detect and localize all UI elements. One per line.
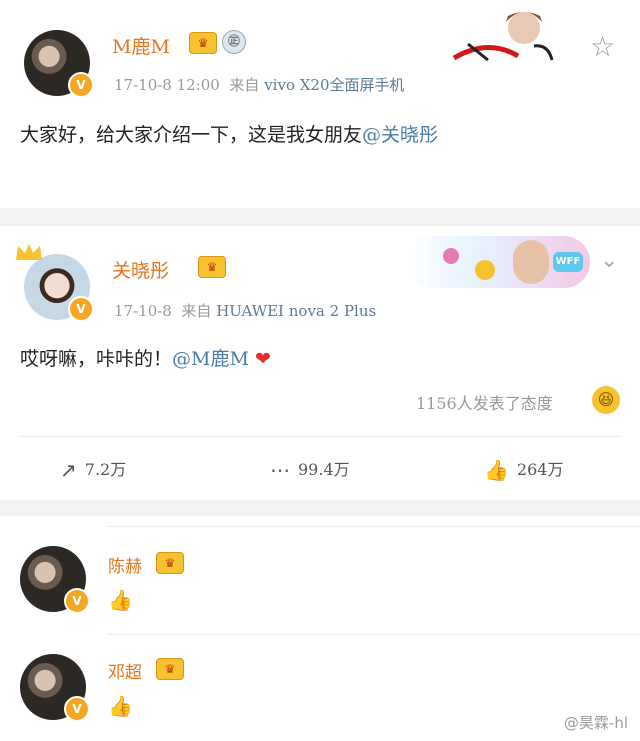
post-time: 17-10-8: [114, 302, 172, 320]
comment-username[interactable]: 陈赫: [108, 552, 142, 577]
divider: [108, 634, 640, 635]
divider: [20, 436, 620, 437]
post-meta: 17-10-8 来自 HUAWEI nova 2 Plus: [114, 300, 376, 321]
like-count: 264万: [516, 460, 564, 479]
comment-username[interactable]: 邓超: [108, 658, 142, 683]
favorite-star-icon[interactable]: ☆: [590, 30, 615, 63]
sticker-face: [508, 12, 540, 44]
comment-button[interactable]: ⋯ 99.4万: [270, 456, 350, 482]
post-time: 17-10-8 12:00: [114, 76, 220, 94]
watermark: @昊霖-hl: [563, 714, 628, 732]
emoji-glyph: 😆: [597, 390, 615, 409]
comment-list: V 陈赫 ♛ 👍 V 邓超 ♛ 👍 @昊霖-hl: [0, 516, 640, 741]
banner-badge: WFF: [553, 252, 583, 272]
repost-icon: ↗: [60, 458, 77, 482]
verified-badge: V: [68, 72, 94, 98]
thumbs-up-emoji-icon: 👍: [108, 694, 133, 718]
post-meta: 17-10-8 12:00 来自 vivo X20全面屏手机: [114, 74, 405, 95]
divider: [108, 526, 640, 527]
post-card-2: V 关晓彤 ♛ 17-10-8 来自 HUAWEI nova 2 Plus WF…: [0, 226, 640, 500]
post-card-1: V M鹿M ♛ ㊣ 17-10-8 12:00 来自 vivo X20全面屏手机…: [0, 0, 640, 208]
medal-icon: ㊣: [222, 30, 246, 54]
username[interactable]: M鹿M: [112, 32, 170, 59]
comment-count: 99.4万: [298, 460, 350, 479]
post-body: 哎呀嘛，咔咔的！: [20, 348, 173, 370]
verified-badge: V: [68, 296, 94, 322]
source-prefix: 来自: [229, 76, 260, 94]
repost-button[interactable]: ↗ 7.2万: [60, 456, 126, 482]
comment-icon: ⋯: [270, 458, 290, 482]
sticker-image: [452, 12, 554, 62]
device-link[interactable]: vivo X20全面屏手机: [264, 76, 404, 94]
vip-crown-icon: ♛: [156, 658, 184, 680]
mention-link[interactable]: @M鹿M: [172, 348, 249, 370]
post-text: 大家好，给大家介绍一下，这是我女朋友@关晓彤: [20, 120, 438, 147]
verified-badge: V: [64, 696, 90, 722]
crown-icon: [16, 244, 42, 260]
thumbs-up-emoji-icon: 👍: [108, 588, 133, 612]
mention-link[interactable]: @关晓彤: [362, 124, 438, 146]
vip-crown-icon: ♛: [189, 32, 217, 54]
verified-badge: V: [64, 588, 90, 614]
sticker-stroke: [452, 45, 520, 61]
banner-girl: [513, 240, 549, 284]
thumbs-up-icon: 👍: [484, 458, 509, 482]
post-text: 哎呀嘛，咔咔的！@M鹿M ❤: [20, 344, 271, 371]
banner-star-icon: [475, 260, 495, 280]
chevron-down-icon[interactable]: ⌄: [600, 248, 618, 273]
device-link[interactable]: HUAWEI nova 2 Plus: [216, 302, 376, 320]
like-button[interactable]: 👍 264万: [484, 456, 563, 482]
vip-crown-icon: ♛: [156, 552, 184, 574]
banner-planet-icon: [443, 248, 459, 264]
laugh-emoji-icon[interactable]: 😆: [592, 386, 620, 414]
source-prefix: 来自: [181, 302, 212, 320]
post-body: 大家好，给大家介绍一下，这是我女朋友: [20, 124, 363, 146]
reaction-count[interactable]: 1156人发表了态度: [416, 390, 553, 414]
vip-crown-icon: ♛: [198, 256, 226, 278]
card-banner[interactable]: WFF: [405, 236, 590, 288]
repost-count: 7.2万: [84, 460, 127, 479]
heart-icon: ❤: [254, 348, 271, 370]
username[interactable]: 关晓彤: [112, 256, 169, 283]
